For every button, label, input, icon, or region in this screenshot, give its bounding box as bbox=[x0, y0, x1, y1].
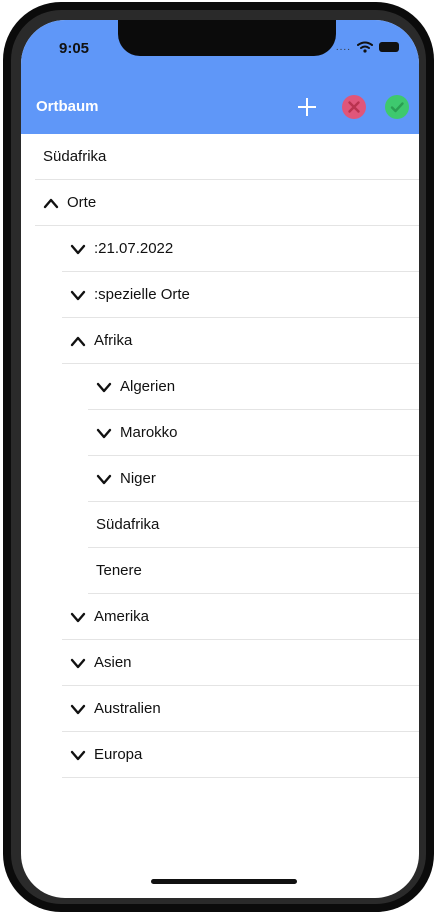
chevron-up-icon[interactable] bbox=[43, 197, 59, 209]
status-bar: 9:05 .... bbox=[21, 20, 419, 82]
tree-row[interactable]: :21.07.2022 bbox=[62, 226, 419, 272]
tree-row-label: Marokko bbox=[120, 424, 178, 441]
tree-row-label: :21.07.2022 bbox=[94, 240, 174, 257]
chevron-down-icon[interactable] bbox=[96, 427, 112, 439]
tree-row-label: Amerika bbox=[94, 608, 150, 625]
chevron-down-icon[interactable] bbox=[70, 749, 86, 761]
status-icons: .... bbox=[336, 41, 399, 53]
phone-frame: 9:05 .... Ortbaum Südafrika Orte:21.07.… bbox=[3, 2, 434, 912]
tree-row[interactable]: Südafrika bbox=[88, 502, 419, 548]
navigation-bar: Ortbaum bbox=[21, 82, 419, 134]
tree-row-label: Tenere bbox=[96, 562, 142, 579]
chevron-down-icon[interactable] bbox=[70, 703, 86, 715]
confirm-button[interactable] bbox=[384, 94, 410, 120]
x-circle-icon bbox=[342, 95, 366, 119]
tree-row[interactable]: Orte bbox=[35, 180, 419, 226]
tree-row-label: Südafrika bbox=[96, 516, 160, 533]
tree-row-label: Europa bbox=[94, 746, 143, 763]
tree-row[interactable]: :spezielle Orte bbox=[62, 272, 419, 318]
tree-row[interactable]: Afrika bbox=[62, 318, 419, 364]
tree-row-label: Orte bbox=[67, 194, 97, 211]
battery-icon bbox=[379, 42, 399, 52]
tree-row[interactable]: Algerien bbox=[88, 364, 419, 410]
status-time: 9:05 bbox=[59, 40, 90, 57]
chevron-down-icon[interactable] bbox=[96, 381, 112, 393]
wifi-icon bbox=[357, 41, 373, 53]
tree-row[interactable]: Australien bbox=[62, 686, 419, 732]
chevron-down-icon[interactable] bbox=[70, 611, 86, 623]
tree-row[interactable]: Europa bbox=[62, 732, 419, 778]
tree-row-label: :spezielle Orte bbox=[94, 286, 190, 303]
chevron-down-icon[interactable] bbox=[70, 243, 86, 255]
add-button[interactable] bbox=[294, 94, 320, 120]
cancel-button[interactable] bbox=[341, 94, 367, 120]
chevron-down-icon[interactable] bbox=[96, 473, 112, 485]
home-indicator[interactable] bbox=[151, 879, 297, 884]
tree-row-label: Algerien bbox=[120, 378, 176, 395]
tree-row[interactable]: Südafrika bbox=[35, 134, 419, 180]
tree-row-label: Niger bbox=[120, 470, 156, 487]
tree-row[interactable]: Amerika bbox=[62, 594, 419, 640]
chevron-down-icon[interactable] bbox=[70, 657, 86, 669]
tree-row-label: Asien bbox=[94, 654, 132, 671]
screen: 9:05 .... Ortbaum Südafrika Orte:21.07.… bbox=[21, 20, 419, 898]
tree-row-label: Australien bbox=[94, 700, 161, 717]
tree-row[interactable]: Marokko bbox=[88, 410, 419, 456]
notch bbox=[118, 20, 336, 56]
check-circle-icon bbox=[385, 95, 409, 119]
chevron-down-icon[interactable] bbox=[70, 289, 86, 301]
tree-row[interactable]: Niger bbox=[88, 456, 419, 502]
nav-title: Ortbaum bbox=[36, 98, 99, 115]
signal-dots: .... bbox=[335, 41, 351, 53]
tree-row-label: Afrika bbox=[94, 332, 133, 349]
tree-row-label: Südafrika bbox=[43, 148, 107, 165]
plus-icon bbox=[298, 98, 316, 116]
tree-row[interactable]: Tenere bbox=[88, 548, 419, 594]
chevron-up-icon[interactable] bbox=[70, 335, 86, 347]
tree-row[interactable]: Asien bbox=[62, 640, 419, 686]
